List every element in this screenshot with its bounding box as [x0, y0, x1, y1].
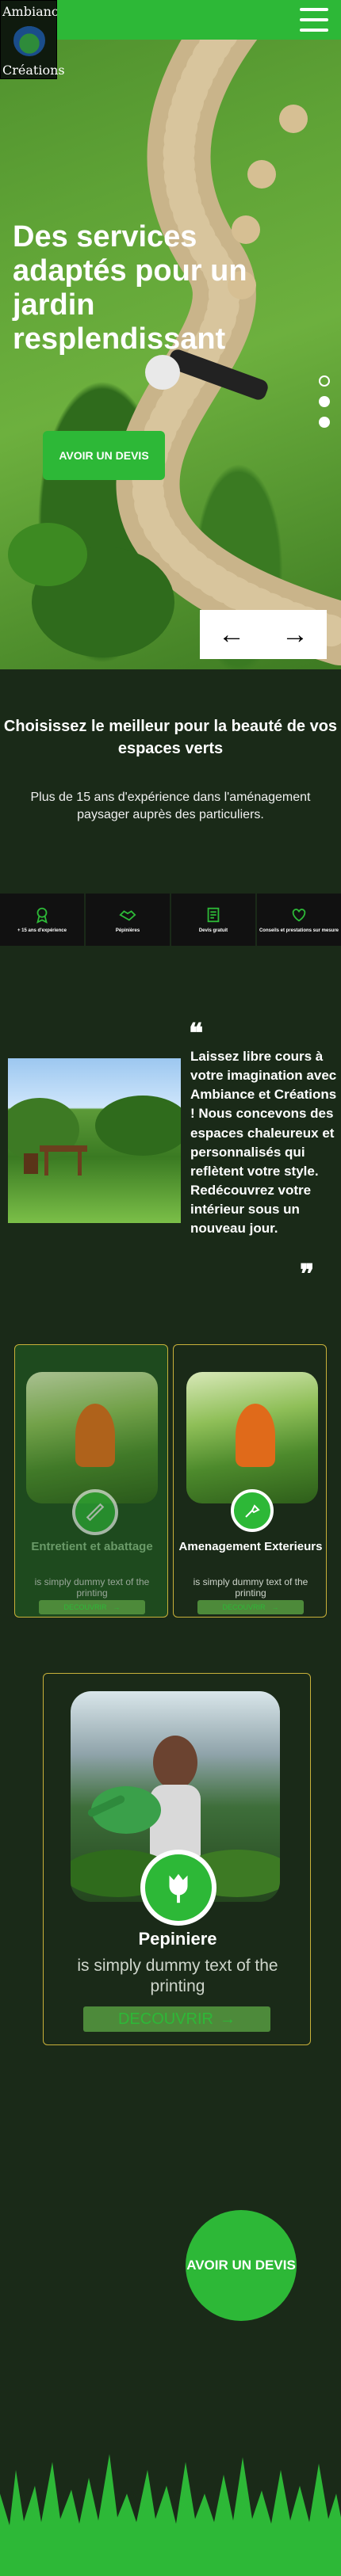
award-icon — [36, 907, 48, 924]
discover-label: DECOUVRIR — [63, 1603, 107, 1611]
feature-label: Conseils et prestations sur mesure — [259, 928, 339, 933]
site-header: Ambiance Créations — [0, 0, 341, 79]
heart-hand-icon — [292, 909, 306, 922]
feature-item: Conseils et prestations sur mesure — [257, 894, 341, 946]
discover-label: DECOUVRIR — [117, 2010, 213, 2028]
service-title: Entretient et abattage — [31, 1540, 153, 1553]
grass-footer-image — [0, 2454, 341, 2576]
site-logo[interactable]: Ambiance Créations — [0, 0, 66, 79]
quote-close-icon: ❞ — [300, 1259, 315, 1290]
slider-dots — [319, 375, 330, 428]
garden-table-image — [8, 1058, 181, 1223]
feature-label: Devis gratuit — [198, 928, 228, 933]
features-strip: + 15 ans d'expérience Pépinières Devis g… — [0, 894, 341, 946]
arrow-right-icon[interactable]: → — [282, 621, 308, 648]
service-card-entretien[interactable]: Entretient et abattage is simply dummy t… — [14, 1344, 168, 1618]
feature-label: + 15 ans d'expérience — [17, 928, 67, 933]
discover-label: DECOUVRIR — [222, 1603, 266, 1611]
quote-open-icon: ❝ — [189, 1018, 204, 1050]
arrow-right-icon: → — [271, 1603, 279, 1611]
slider-dot-2[interactable] — [319, 396, 330, 407]
service-text: is simply dummy text of the printing — [77, 1957, 278, 1996]
discover-button[interactable]: DECOUVRIR → — [197, 1600, 304, 1614]
arrow-right-icon: → — [113, 1603, 121, 1611]
feature-item: Pépinières — [86, 894, 170, 946]
chainsaw-icon — [72, 1489, 118, 1535]
top-nav-bar — [57, 0, 341, 40]
arrow-right-icon: → — [220, 2010, 236, 2028]
intro-title: Choisissez le meilleur pour la beauté de… — [3, 718, 338, 757]
clipboard-icon — [207, 907, 220, 923]
floating-quote-button[interactable]: AVOIR UN DEVIS — [186, 2210, 297, 2321]
logo-line-2: Créations — [2, 63, 65, 78]
feature-item: Devis gratuit — [171, 894, 255, 946]
slider-dot-1[interactable] — [319, 375, 330, 387]
hero-title: Des services adaptés pour un jardin resp… — [13, 220, 247, 356]
tulip-icon — [140, 1850, 216, 1926]
handshake-icon — [119, 910, 136, 921]
hamburger-menu-icon[interactable] — [300, 8, 328, 32]
service-image — [186, 1372, 318, 1503]
hero-quote-button[interactable]: AVOIR UN DEVIS — [43, 431, 165, 480]
service-text: is simply dummy text of the printing — [193, 1576, 308, 1599]
slider-arrows: ← → — [200, 610, 327, 659]
service-card-pepiniere[interactable]: Pepiniere is simply dummy text of the pr… — [43, 1673, 311, 2045]
service-card-amenagement[interactable]: Amenagement Exterieurs is simply dummy t… — [173, 1344, 327, 1618]
arrow-left-icon[interactable]: ← — [218, 621, 245, 648]
logo-emblem-icon — [13, 25, 45, 56]
shovel-icon — [231, 1489, 274, 1532]
feature-item: + 15 ans d'expérience — [0, 894, 84, 946]
feature-label: Pépinières — [115, 928, 140, 933]
service-title: Amenagement Exterieurs — [178, 1540, 323, 1553]
discover-button[interactable]: DECOUVRIR → — [39, 1600, 145, 1614]
service-text: is simply dummy text of the printing — [34, 1576, 150, 1599]
about-quote: Laissez libre cours à votre imagination … — [190, 1049, 337, 1237]
service-image — [26, 1372, 158, 1503]
intro-text: Plus de 15 ans d'expérience dans l'aména… — [30, 791, 311, 821]
discover-button[interactable]: DECOUVRIR → — [83, 2006, 270, 2032]
service-title: Pepiniere — [138, 1929, 217, 1949]
slider-dot-3[interactable] — [319, 417, 330, 428]
